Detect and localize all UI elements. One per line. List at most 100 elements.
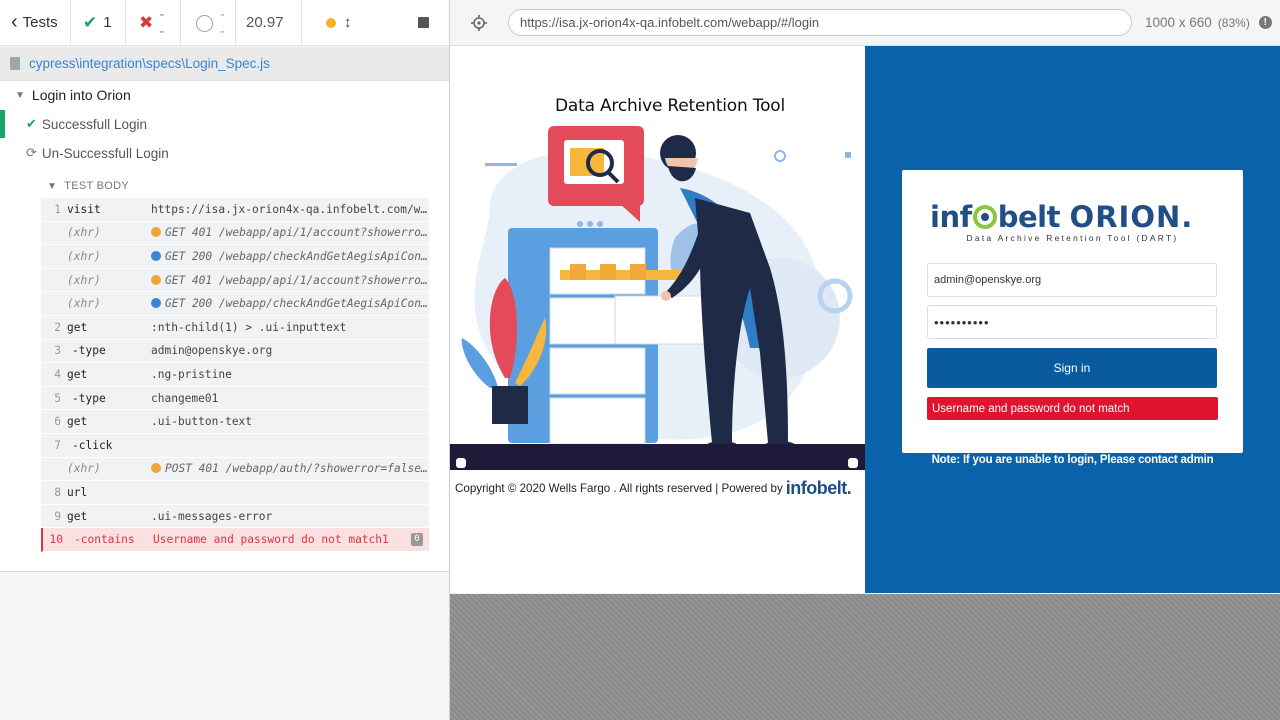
- command-name: get: [67, 509, 88, 523]
- command-log-xhr-row[interactable]: (xhr) GET 401 /webapp/api/1/account?showe…: [41, 268, 429, 293]
- archive-illustration: [450, 126, 865, 470]
- command-message-text: https://isa.jx-orion4x-qa.infobelt.com/w…: [151, 202, 429, 216]
- command-log-row[interactable]: 4 get .ng-pristine: [41, 363, 429, 387]
- command-name: url: [67, 485, 88, 499]
- command-log-row[interactable]: 1 visit https://isa.jx-orion4x-qa.infobelt…: [41, 198, 429, 222]
- stop-button[interactable]: [418, 17, 429, 28]
- spec-path-bar[interactable]: cypress\integration\specs\Login_Spec.js: [0, 47, 449, 81]
- file-icon: [10, 57, 20, 70]
- url-text: https://isa.jx-orion4x-qa.infobelt.com/w…: [520, 15, 820, 30]
- username-value: admin@openskye.org: [934, 274, 1042, 286]
- command-log-xhr-row[interactable]: (xhr) POST 401 /webapp/auth/?showerror=fa…: [41, 457, 429, 482]
- command-log-row[interactable]: 5 -type changeme01: [41, 386, 429, 411]
- login-left-pane: Data Archive Retention Tool Copyright © …: [450, 46, 865, 593]
- selector-playground-button[interactable]: [450, 14, 508, 31]
- command-number: 3: [54, 344, 61, 358]
- passed-count: ✔ 1: [71, 0, 126, 46]
- username-input[interactable]: admin@openskye.org: [927, 263, 1217, 297]
- suite-title[interactable]: ▼ Login into Orion: [15, 87, 131, 103]
- info-icon[interactable]: !: [1258, 16, 1272, 29]
- test-body-label[interactable]: ▼ TEST BODY: [47, 180, 129, 192]
- xhr-status-dot-icon: [151, 298, 161, 309]
- chevron-left-icon: ‹: [11, 11, 18, 33]
- cypress-reporter: ‹ Tests ✔ 1 ✖ -- ◯ -- 20.97 ↕ cypress\in…: [0, 0, 450, 720]
- test-title: Un-Successfull Login: [41, 145, 169, 161]
- caret-down-icon: ▼: [47, 180, 58, 192]
- command-message: .ui-button-text: [151, 415, 429, 428]
- xhr-status-dot-icon: [151, 274, 161, 285]
- command-log-xhr-row[interactable]: (xhr) GET 401 /webapp/api/1/account?showe…: [41, 221, 429, 246]
- aut-empty-area: [450, 594, 1280, 720]
- command-number: 7: [54, 438, 61, 452]
- command-message: changeme01: [151, 392, 429, 405]
- duration: 20.97: [236, 0, 302, 46]
- viewport-size: 1000 x 660: [1145, 15, 1212, 30]
- back-label: Tests: [22, 14, 58, 31]
- test-unsuccessful-login[interactable]: ⟳ Un-Successfull Login: [0, 139, 449, 167]
- command-number: 1: [54, 202, 61, 216]
- command-log-row[interactable]: 10 -contains Username and password do not …: [41, 528, 429, 552]
- url-bar[interactable]: https://isa.jx-orion4x-qa.infobelt.com/w…: [508, 9, 1132, 36]
- command-message: GET 401 /webapp/api/1/account?showerror=…: [151, 226, 429, 239]
- command-name: (xhr): [67, 226, 101, 240]
- spec-path: cypress\integration\specs\Login_Spec.js: [29, 56, 270, 71]
- x-icon: ✖: [139, 12, 154, 32]
- command-name: (xhr): [67, 462, 101, 476]
- contact-admin-note: Note: If you are unable to login, Please…: [931, 454, 1214, 466]
- command-message-text: .ui-messages-error: [151, 509, 273, 523]
- command-log-row[interactable]: 2 get:nth-child(1) > .ui-inputtext: [41, 315, 429, 340]
- password-value: ••••••••••: [934, 314, 990, 330]
- command-name: -click: [72, 438, 113, 452]
- password-input[interactable]: ••••••••••: [927, 305, 1217, 339]
- sign-in-button[interactable]: Sign in: [927, 348, 1217, 388]
- zoom-level: (83%): [1217, 15, 1250, 30]
- xhr-status-dot-icon: [151, 227, 161, 238]
- command-name: (xhr): [67, 249, 101, 263]
- command-message: :nth-child(1) > .ui-inputtext: [151, 321, 429, 334]
- login-card: inf belt ORION. Data Archive Retention To…: [902, 170, 1243, 453]
- auto-scroll-toggle-icon[interactable]: ↕: [344, 14, 352, 31]
- command-name: -type: [72, 344, 106, 358]
- refresh-icon: ⟳: [26, 145, 37, 160]
- command-log-row[interactable]: 7 -click: [41, 433, 429, 458]
- command-log-row[interactable]: 6 get .ui-button-text: [41, 410, 429, 434]
- test-body-text: TEST BODY: [64, 180, 130, 192]
- pending-value: --: [220, 5, 226, 40]
- error-text: Username and password do not match: [932, 402, 1130, 415]
- command-number: 8: [54, 485, 61, 499]
- command-number: 5: [54, 391, 61, 405]
- command-message: admin@openskye.org: [151, 344, 429, 357]
- app-under-test: Data Archive Retention Tool Copyright © …: [450, 46, 1280, 593]
- command-name: (xhr): [67, 297, 101, 311]
- command-log-row[interactable]: 8 url: [41, 481, 429, 505]
- failed-count: ✖ --: [126, 0, 181, 46]
- passed-indicator: [0, 110, 5, 138]
- suite-title-text: Login into Orion: [31, 87, 131, 103]
- command-number: 10: [49, 533, 63, 547]
- command-log-row[interactable]: 3 -type admin@openskye.org: [41, 339, 429, 364]
- sign-in-label: Sign in: [1053, 361, 1091, 375]
- command-message-text: POST 401 /webapp/auth/?showerror=false&l…: [165, 462, 429, 476]
- command-message-text: GET 401 /webapp/api/1/account?showerror=…: [165, 273, 429, 287]
- test-successful-login[interactable]: ✔ Successfull Login: [0, 110, 449, 138]
- command-log-xhr-row[interactable]: (xhr) GET 200 /webapp/checkAndGetAegisApi…: [41, 245, 429, 269]
- back-to-tests-button[interactable]: ‹ Tests: [0, 0, 71, 46]
- command-message: .ng-pristine: [151, 368, 429, 381]
- running-indicator-icon: [326, 17, 336, 28]
- command-log-row[interactable]: 9 get .ui-messages-error: [41, 504, 429, 529]
- crosshair-icon: [471, 14, 487, 31]
- test-title: Successfull Login: [41, 116, 147, 132]
- command-message: GET 401 /webapp/api/1/account?showerror=…: [151, 274, 429, 287]
- xhr-status-dot-icon: [151, 250, 161, 261]
- copyright-footer: Copyright © 2020 Wells Fargo . All right…: [455, 478, 852, 499]
- command-message: GET 200 /webapp/checkAndGetAegisApiConfi…: [151, 297, 429, 310]
- bulb-icon: [972, 205, 997, 229]
- check-icon: ✔: [26, 116, 37, 131]
- command-name: get: [67, 367, 88, 381]
- command-name: get: [67, 415, 88, 429]
- command-log-xhr-row[interactable]: (xhr) GET 200 /webapp/checkAndGetAegisApi…: [41, 292, 429, 316]
- brand-suffix: belt: [997, 200, 1061, 234]
- command-message: Username and password do not match1: [153, 533, 429, 546]
- command-message-text: GET 200 /webapp/checkAndGetAegisApiConfi…: [165, 249, 429, 263]
- xhr-status-dot-icon: [151, 463, 161, 474]
